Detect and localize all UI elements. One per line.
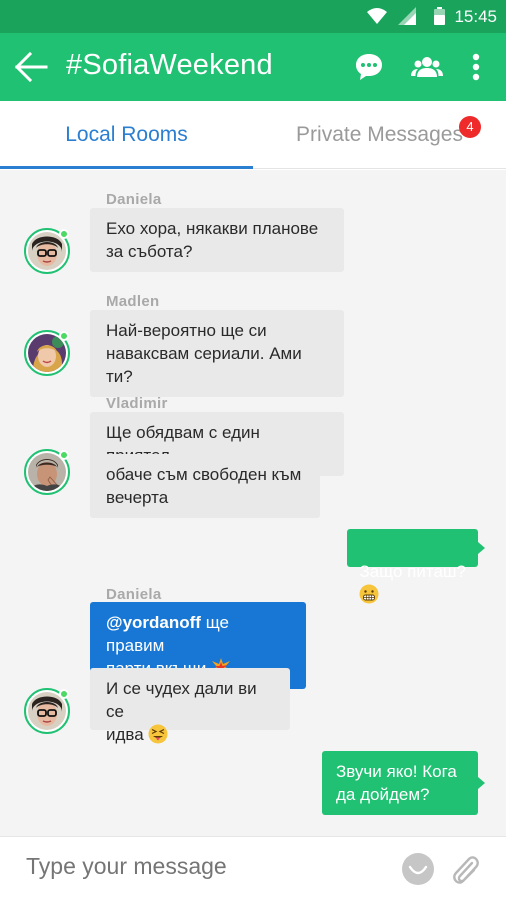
message-bubble[interactable]: И се чудех дали ви се идва [90,668,290,744]
online-indicator [59,689,69,699]
battery-icon [434,7,445,25]
tab-local-rooms[interactable]: Local Rooms [0,101,253,169]
sender-name: Daniela [106,586,162,603]
message-input[interactable] [26,853,376,880]
chat-bubble-icon[interactable] [353,51,385,83]
sender-name: Daniela [106,191,162,208]
message-bubble[interactable]: обаче съм свободен към вечерта [90,454,320,518]
message-text: Защо питаш? [359,562,466,581]
status-time: 15:45 [454,7,497,26]
signal-icon [398,7,416,25]
active-tab-indicator [0,166,253,169]
avatar-vladimir[interactable] [24,449,70,495]
avatar-daniela[interactable] [24,688,70,734]
avatar-daniela[interactable] [24,228,70,274]
message-text: И се чудех дали ви се идва [106,679,257,744]
unread-badge: 4 [459,116,481,138]
online-indicator [59,229,69,239]
online-indicator [59,450,69,460]
squinting-tongue-face-emoji-icon [148,724,168,744]
attachment-icon[interactable] [450,851,480,887]
sender-name: Madlen [106,293,160,310]
back-arrow-icon[interactable] [14,51,48,83]
message-bubble[interactable]: Ехо хора, някакви планове за събота? [90,208,344,272]
tab-bar: Local Rooms Private Messages [0,101,506,169]
online-indicator [59,331,69,341]
room-title: #SofiaWeekend [66,49,273,81]
grinning-face-emoji-icon [359,584,379,604]
more-vert-icon[interactable] [460,51,492,83]
my-message-bubble[interactable]: Защо питаш? [347,529,485,604]
wifi-icon [367,8,387,24]
chat-area[interactable]: Daniela Ехо хора, някакви планове за съб… [0,170,506,836]
message-bubble[interactable]: Най-вероятно ще си наваксвам сериали. Ам… [90,310,344,397]
user-mention[interactable]: @yordanoff [106,613,201,632]
message-composer [0,836,506,900]
sender-name: Vladimir [106,395,168,412]
my-message-bubble[interactable]: Звучи яко! Кога да дойдем? [322,751,485,815]
app-bar: #SofiaWeekend [0,33,506,101]
status-bar: 15:45 [0,0,506,33]
emoji-picker-icon[interactable] [401,852,435,886]
people-icon[interactable] [411,51,443,83]
avatar-madlen[interactable] [24,330,70,376]
